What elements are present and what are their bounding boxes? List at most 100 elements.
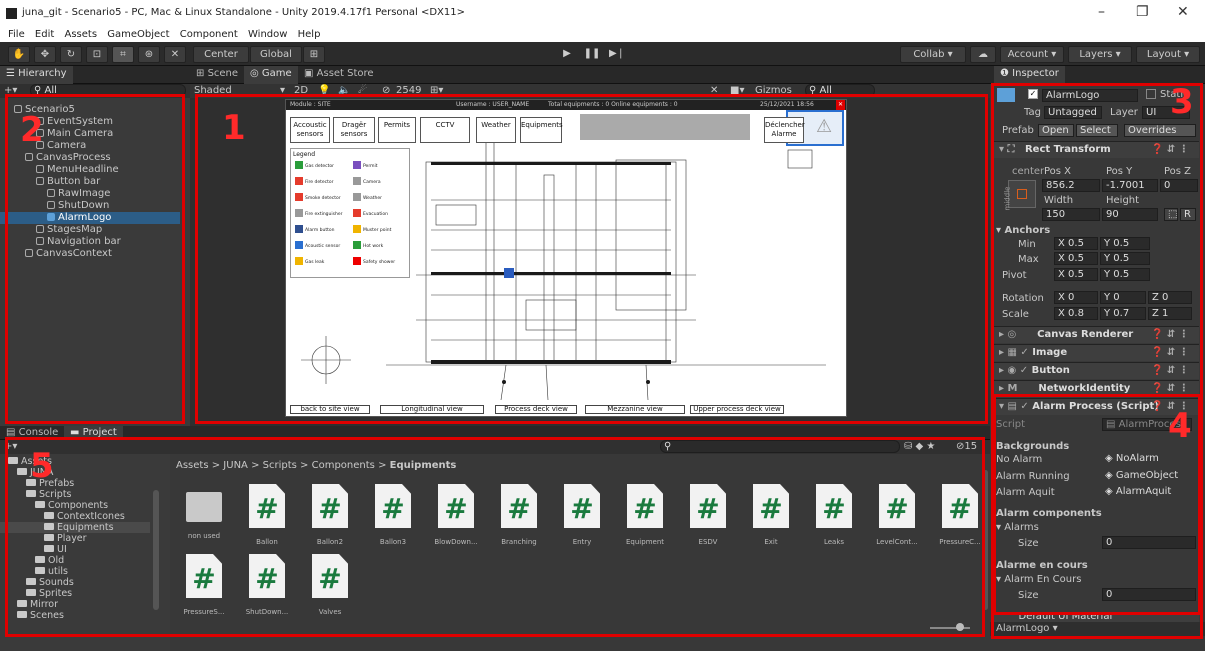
tab-asset-store[interactable]: ▣ Asset Store — [298, 66, 380, 84]
button-component-header[interactable]: ▸ ◉ ✓ Button ❓ ⇵ ⋮ — [993, 362, 1199, 379]
component-menu-icon[interactable]: ❓ ⇵ ⋮ — [1151, 142, 1189, 158]
transform-tool-icon[interactable]: ⊛ — [138, 46, 160, 63]
width-field[interactable]: 150 — [1042, 208, 1100, 221]
layout-dropdown[interactable]: Layout ▾ — [1136, 46, 1200, 63]
step-button[interactable]: ▶❘ — [606, 46, 628, 63]
hand-tool-icon[interactable]: ✋ — [8, 46, 30, 63]
tab-console[interactable]: ▤ Console — [0, 426, 64, 440]
asset-item[interactable]: # Branching — [497, 484, 541, 546]
hierarchy-item[interactable]: Button bar — [0, 176, 180, 188]
menu-component[interactable]: Component — [180, 29, 238, 40]
declencher-alarme-button[interactable]: Déclencher Alarme — [764, 117, 805, 143]
anchor-min-y-field[interactable]: Y 0.5 — [1100, 237, 1150, 250]
anchor-max-y-field[interactable]: Y 0.5 — [1100, 252, 1150, 265]
hidden-packages-icon[interactable]: ⊘15 — [956, 441, 977, 452]
asset-item[interactable]: # LevelCont... — [875, 484, 919, 546]
inspector-footer[interactable]: AlarmLogo ▾ — [990, 622, 1205, 636]
raw-edit-button[interactable]: R — [1180, 208, 1196, 221]
asset-item[interactable]: # Equipment — [623, 484, 667, 546]
image-header[interactable]: ▸ ▦ ✓ Image ❓ ⇵ ⋮ — [993, 344, 1199, 361]
project-folder-item[interactable]: Equipments — [0, 522, 150, 533]
project-folder-item[interactable]: JUNA — [0, 467, 150, 478]
project-tree-scrollbar[interactable] — [153, 490, 159, 610]
pos-z-field[interactable]: 0 — [1160, 179, 1198, 192]
rect-transform-header[interactable]: ▾ ⛶ Rect Transform ❓ ⇵ ⋮ — [993, 141, 1199, 158]
global-toggle[interactable]: Global — [250, 46, 302, 63]
hierarchy-item[interactable]: StagesMap — [0, 224, 180, 236]
project-folder-item[interactable]: Prefabs — [0, 478, 150, 489]
breadcrumb-equipments[interactable]: Equipments — [390, 460, 457, 471]
asset-item[interactable]: # Ballon — [245, 484, 289, 546]
scale-tool-icon[interactable]: ⊡ — [86, 46, 108, 63]
view-button[interactable]: Longitudinal view — [380, 405, 484, 414]
hierarchy-item[interactable]: MenuHeadline — [0, 164, 180, 176]
object-name-field[interactable]: AlarmLogo — [1042, 89, 1138, 102]
menu-window[interactable]: Window — [248, 29, 287, 40]
pivot-center-toggle[interactable]: Center — [193, 46, 249, 63]
tab-inspector[interactable]: ❶ Inspector — [994, 66, 1065, 84]
game-button[interactable]: CCTV — [420, 117, 470, 143]
tab-scene[interactable]: ⊞ Scene — [190, 66, 244, 84]
project-folder-item[interactable]: Mirror — [0, 599, 150, 610]
alarm-running-field[interactable]: ◈ GameObject — [1102, 470, 1196, 483]
blueprint-mode-button[interactable]: ⬚ — [1164, 208, 1178, 221]
menu-help[interactable]: Help — [298, 29, 321, 40]
prefab-overrides-dropdown[interactable]: Overrides — [1124, 124, 1196, 137]
effects-icon[interactable]: ☄ — [358, 85, 367, 96]
hidden-objects-icon[interactable]: ⊘ — [382, 85, 390, 96]
asset-item[interactable]: # ShutDown... — [245, 554, 289, 616]
prefab-select-button[interactable]: Select — [1076, 124, 1118, 137]
play-button[interactable]: ▶ — [556, 46, 578, 63]
menu-edit[interactable]: Edit — [35, 29, 54, 40]
pos-y-field[interactable]: -1.7001 — [1102, 179, 1158, 192]
rotate-tool-icon[interactable]: ↻ — [60, 46, 82, 63]
shading-mode-dropdown[interactable]: Shaded — [194, 85, 232, 96]
scale-x-field[interactable]: X 0.8 — [1054, 307, 1098, 320]
pivot-y-field[interactable]: Y 0.5 — [1100, 268, 1150, 281]
view-button[interactable]: Process deck view — [495, 405, 577, 414]
project-folder-item[interactable]: Old — [0, 555, 150, 566]
alarm-aquit-field[interactable]: ◈ AlarmAquit — [1102, 486, 1196, 499]
project-folder-item[interactable]: utils — [0, 566, 150, 577]
minimize-button[interactable]: – — [1098, 4, 1105, 20]
close-button[interactable]: ✕ — [1177, 4, 1189, 20]
hierarchy-item[interactable]: ShutDown — [0, 200, 180, 212]
asset-item[interactable]: # PressureC... — [938, 484, 982, 546]
hierarchy-item[interactable]: AlarmLogo — [0, 212, 180, 224]
asset-item[interactable]: # ESDV — [686, 484, 730, 546]
project-folder-item[interactable]: ContextIcones — [0, 511, 150, 522]
static-checkbox[interactable] — [1146, 89, 1156, 99]
alarms-size-field[interactable]: 0 — [1102, 536, 1196, 549]
image-menu-icon[interactable]: ❓ ⇵ ⋮ — [1151, 345, 1189, 361]
asset-item[interactable]: # Leaks — [812, 484, 856, 546]
network-identity-header[interactable]: ▸ M NetworkIdentity ❓ ⇵ ⋮ — [993, 380, 1199, 397]
asset-item[interactable]: # Ballon2 — [308, 484, 352, 546]
project-folder-item[interactable]: Components — [0, 500, 150, 511]
material-header[interactable]: Default UI Material — [993, 612, 1199, 622]
breadcrumb-components[interactable]: Components — [312, 460, 375, 471]
project-folder-item[interactable]: Assets — [0, 456, 150, 467]
scale-y-field[interactable]: Y 0.7 — [1100, 307, 1146, 320]
game-button[interactable]: Equipments — [520, 117, 563, 143]
rect-tool-icon[interactable]: ⌗ — [112, 46, 134, 63]
tab-hierarchy[interactable]: ☰ Hierarchy — [0, 66, 73, 84]
alarm-en-cours-foldout[interactable]: ▾ Alarm En Cours — [996, 573, 1081, 586]
project-folder-item[interactable]: UI — [0, 544, 150, 555]
prefab-open-button[interactable]: Open — [1038, 124, 1074, 137]
rotation-z-field[interactable]: Z 0 — [1148, 291, 1192, 304]
filter-type-icon[interactable]: ⛁ ◆ ★ — [904, 441, 935, 452]
no-alarm-field[interactable]: ◈ NoAlarm — [1102, 453, 1196, 466]
tab-project[interactable]: ▬ Project — [64, 426, 123, 440]
height-field[interactable]: 90 — [1102, 208, 1158, 221]
asset-item[interactable]: non used — [182, 484, 226, 540]
audio-icon[interactable]: 🔈 — [338, 85, 350, 96]
project-search-input[interactable]: ⚲ — [660, 440, 900, 453]
layers-dropdown[interactable]: Layers ▾ — [1068, 46, 1132, 63]
zoom-slider-handle[interactable] — [956, 623, 964, 631]
project-folder-item[interactable]: Sounds — [0, 577, 150, 588]
hierarchy-item[interactable]: CanvasProcess — [0, 152, 180, 164]
rotation-x-field[interactable]: X 0 — [1054, 291, 1098, 304]
asset-item[interactable]: # PressureS... — [182, 554, 226, 616]
breadcrumb-assets[interactable]: Assets — [176, 460, 209, 471]
asset-item[interactable]: # Valves — [308, 554, 352, 616]
